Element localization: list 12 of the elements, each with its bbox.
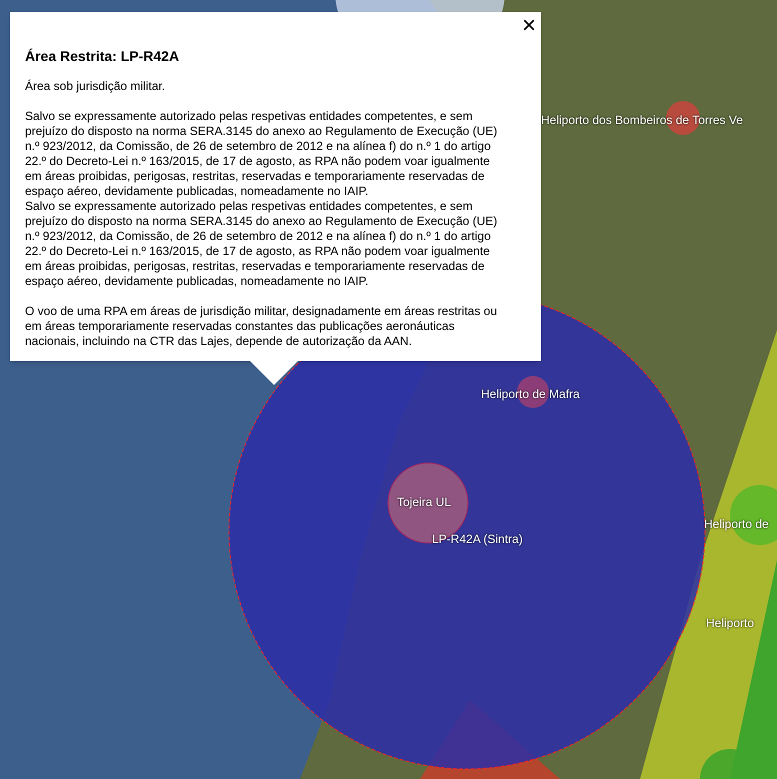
map-zone-label: Heliporto dos Bombeiros de Torres Ve <box>541 112 743 129</box>
popup-paragraph: Salvo se expressamente autorizado pelas respetivas entidades competentes, e sem prejuízo do disposto na norma SERA.3145 do anexo ao Regulamento de Execução (UE) n.º 923/2012, da Comissão, de 26 de setembro de 2012 e na alínea f) do n.º 1 do artigo 22.º do Decreto-Lei n.º 163/2015, de 17 de agosto, as RPA não podem voar igualmente em áreas proibidas, perigosas, restritas, reservadas e temporariamente reservadas de espaço aéreo, devidamente publicadas, nomeadamente no IAIP. <box>25 109 498 199</box>
map-zone-label: Heliporto de Mafra <box>481 386 580 403</box>
map-zone-label: Heliporto <box>706 615 754 632</box>
popup-title: Área Restrita: LP-R42A <box>25 47 180 66</box>
popup-paragraph: O voo de uma RPA em áreas de jurisdição militar, designadamente em áreas restritas ou em áreas temporariamente reservadas constantes das publicações aeronáuticas nacionais, incluindo na CTR das Lajes, depende de autorização da AAN. <box>25 304 498 349</box>
map-zone-label: Tojeira UL <box>397 494 452 511</box>
close-button[interactable]: × <box>522 14 536 38</box>
popup-paragraph: Salvo se expressamente autorizado pelas respetivas entidades competentes, e sem prejuízo do disposto na norma SERA.3145 do anexo ao Regulamento de Execução (UE) n.º 923/2012, da Comissão, de 26 de setembro de 2012 e na alínea f) do n.º 1 do artigo 22.º do Decreto-Lei n.º 163/2015, de 17 de agosto, as RPA não podem voar igualmente em áreas proibidas, perigosas, restritas, reservadas e temporariamente reservadas de espaço aéreo, devidamente publicadas, nomeadamente no IAIP. <box>25 199 498 289</box>
map-zone-label: LP-R42A (Sintra) <box>432 531 523 548</box>
popup-paragraph: Área sob jurisdição militar. <box>25 79 166 94</box>
map-zone-label: Heliporto de <box>704 516 769 533</box>
